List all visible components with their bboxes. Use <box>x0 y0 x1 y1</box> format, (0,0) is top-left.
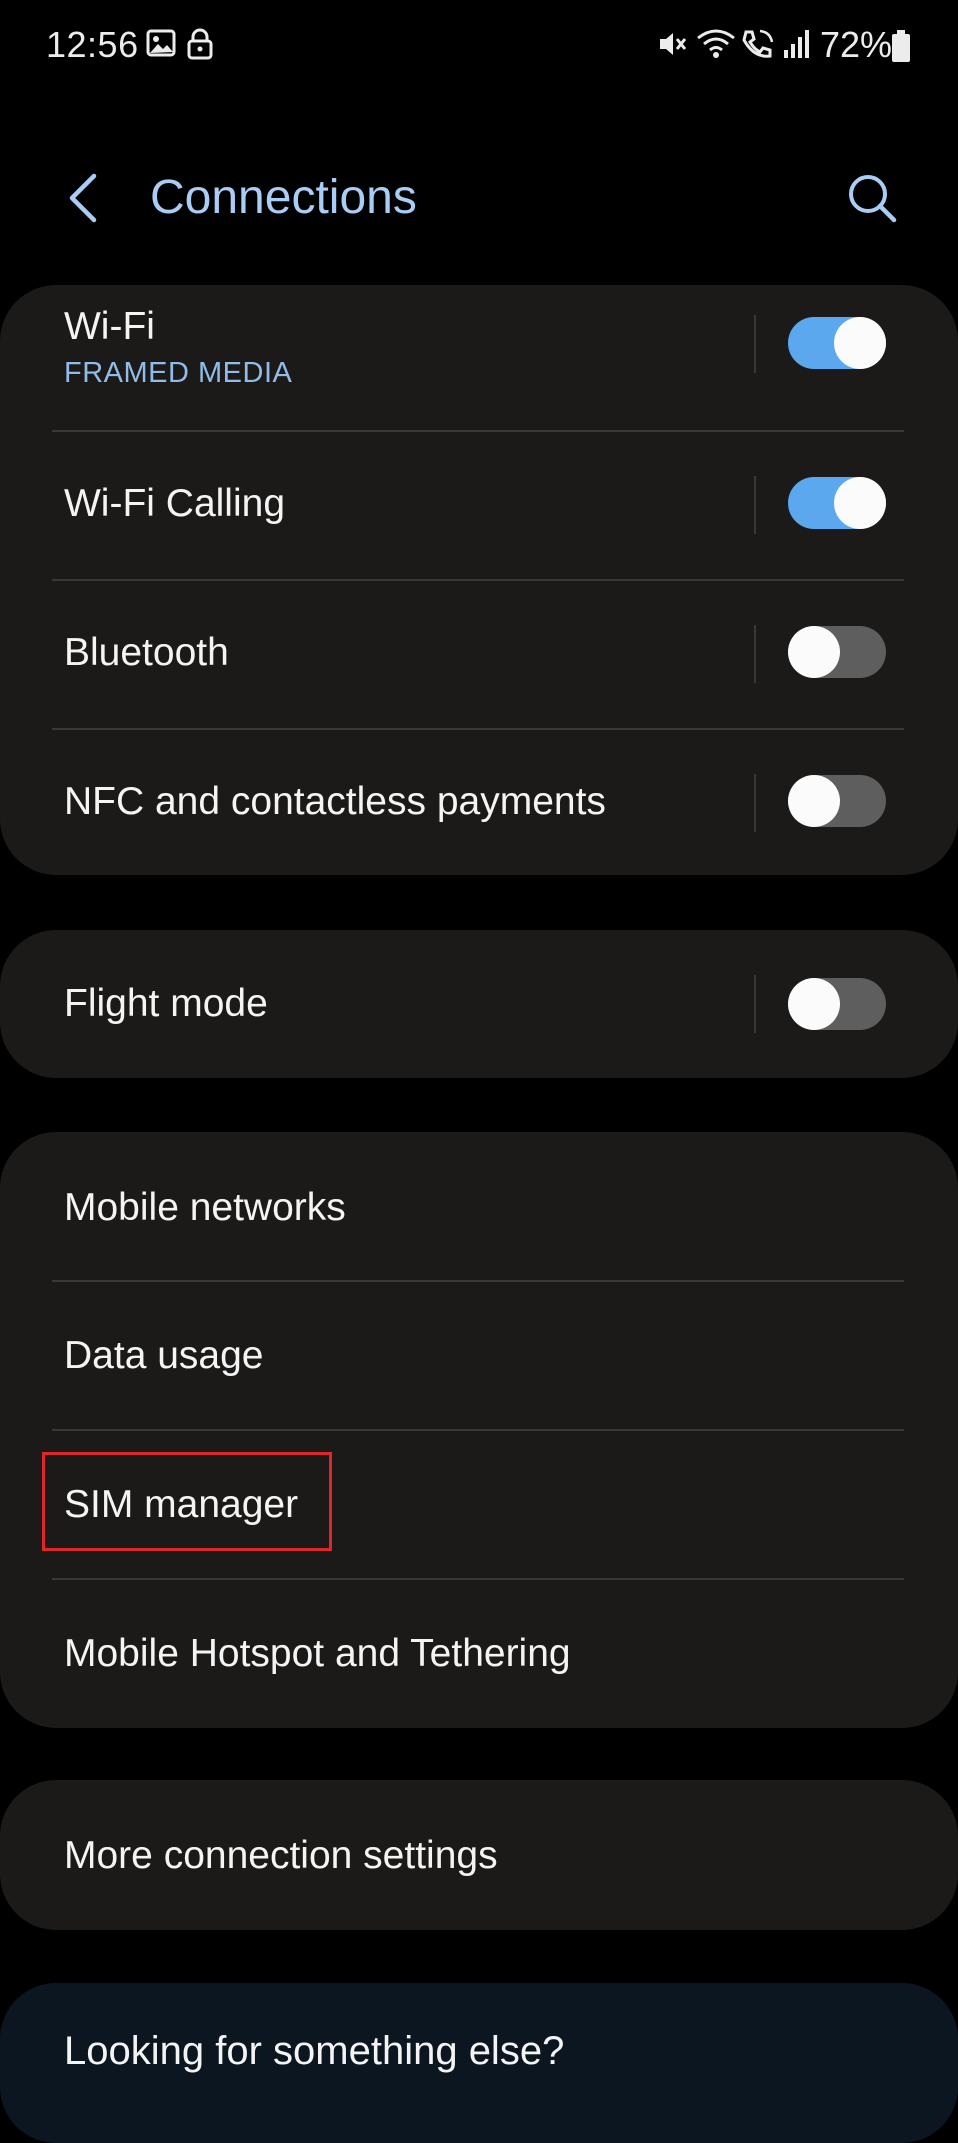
more-connection-settings-row[interactable]: More connection settings <box>0 1780 958 1930</box>
battery-icon <box>892 30 910 67</box>
page-title: Connections <box>150 171 417 224</box>
bluetooth-label: Bluetooth <box>64 631 229 674</box>
data-usage-row[interactable]: Data usage <box>0 1282 958 1429</box>
mobile-networks-row[interactable]: Mobile networks <box>0 1132 958 1280</box>
status-time: 12:56 <box>46 24 139 65</box>
lock-icon <box>186 28 214 65</box>
divider <box>754 476 756 534</box>
status-bar: 12:56 72% <box>0 0 958 92</box>
divider <box>754 975 756 1033</box>
wifi-network-name: FRAMED MEDIA <box>64 357 293 389</box>
back-button[interactable] <box>60 168 104 228</box>
flight-mode-card: Flight mode <box>0 930 958 1078</box>
wifi-row[interactable]: Wi-Fi FRAMED MEDIA <box>0 285 958 431</box>
battery-percent: 72% <box>820 24 893 65</box>
toggles-card: Wi-Fi FRAMED MEDIA Wi-Fi Calling Bluetoo… <box>0 285 958 875</box>
mobile-card: Mobile networks Data usage SIM manager M… <box>0 1132 958 1728</box>
suggestions-title: Looking for something else? <box>64 2029 565 2073</box>
divider <box>754 315 756 373</box>
flight-mode-row[interactable]: Flight mode <box>0 930 958 1078</box>
wifi-calling-toggle[interactable] <box>788 477 886 529</box>
bluetooth-toggle[interactable] <box>788 626 886 678</box>
wifi-icon <box>696 28 736 65</box>
mobile-hotspot-row[interactable]: Mobile Hotspot and Tethering <box>0 1580 958 1728</box>
nfc-toggle[interactable] <box>788 775 886 827</box>
wifi-calling-row[interactable]: Wi-Fi Calling <box>0 432 958 579</box>
wifi-calling-label: Wi-Fi Calling <box>64 482 286 525</box>
bluetooth-row[interactable]: Bluetooth <box>0 581 958 728</box>
suggestions-card: Looking for something else? <box>0 1983 958 2143</box>
wifi-calling-icon <box>740 28 776 65</box>
sim-manager-highlight <box>42 1452 332 1551</box>
divider <box>754 774 756 832</box>
data-usage-label: Data usage <box>64 1334 264 1377</box>
signal-icon <box>782 28 810 65</box>
nfc-label: NFC and contactless payments <box>64 780 606 823</box>
suggestions-row: Looking for something else? <box>0 1983 958 2129</box>
more-connection-settings-label: More connection settings <box>64 1834 498 1877</box>
wifi-toggle[interactable] <box>788 317 886 369</box>
nfc-row[interactable]: NFC and contactless payments <box>0 730 958 875</box>
search-icon <box>849 175 897 223</box>
mobile-networks-label: Mobile networks <box>64 1186 346 1229</box>
divider <box>754 625 756 683</box>
mobile-hotspot-label: Mobile Hotspot and Tethering <box>64 1632 571 1675</box>
more-settings-card: More connection settings <box>0 1780 958 1930</box>
chevron-left-icon <box>69 173 97 223</box>
search-button[interactable] <box>844 170 900 226</box>
wifi-label: Wi-Fi <box>64 305 155 348</box>
flight-mode-label: Flight mode <box>64 982 268 1025</box>
flight-mode-toggle[interactable] <box>788 978 886 1030</box>
mute-icon <box>656 28 688 65</box>
image-icon <box>146 28 176 63</box>
